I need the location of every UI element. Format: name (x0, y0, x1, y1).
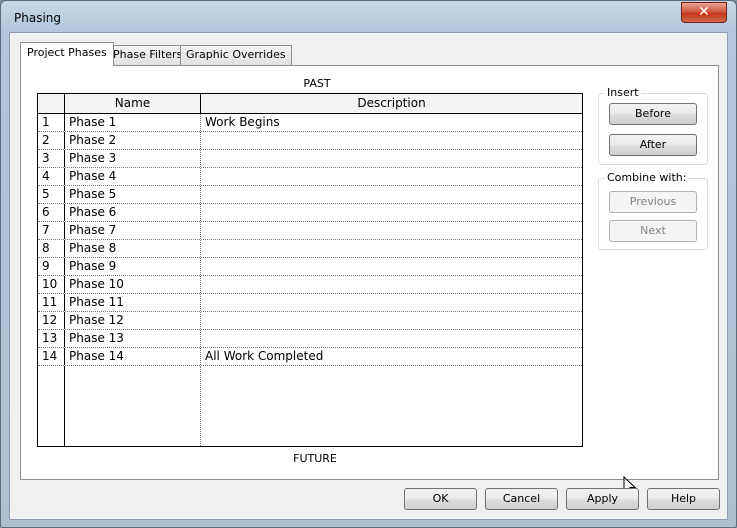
table-row[interactable]: 8 Phase 8 (38, 240, 582, 258)
row-number-cell[interactable]: 13 (38, 330, 65, 347)
phase-description-cell[interactable]: Work Begins (201, 114, 582, 131)
project-phases-panel: PAST Name Description 1 Phase 1 Work Begin… (20, 65, 719, 496)
dialog-client-area: Project Phases Phase Filters Graphic Ove… (9, 32, 728, 520)
row-header-empty-area (38, 366, 65, 446)
tab-graphic-overrides[interactable]: Graphic Overrides (180, 45, 292, 65)
phase-name-cell[interactable]: Phase 4 (65, 168, 201, 185)
tab-project-phases[interactable]: Project Phases (20, 42, 114, 66)
phase-description-cell[interactable] (201, 150, 582, 167)
insert-group-title: Insert (605, 86, 641, 99)
phase-description-cell[interactable] (201, 330, 582, 347)
tab-phase-filters[interactable]: Phase Filters (107, 45, 189, 65)
table-row[interactable]: 7 Phase 7 (38, 222, 582, 240)
phase-name-cell[interactable]: Phase 6 (65, 204, 201, 221)
table-header: Name Description (38, 94, 582, 114)
row-number-cell[interactable]: 9 (38, 258, 65, 275)
phase-description-cell[interactable] (201, 312, 582, 329)
title-bar[interactable]: Phasing ✕ (1, 1, 736, 33)
phase-description-cell[interactable] (201, 294, 582, 311)
phase-name-cell[interactable]: Phase 7 (65, 222, 201, 239)
phase-description-cell[interactable] (201, 276, 582, 293)
table-row[interactable]: 12 Phase 12 (38, 312, 582, 330)
table-row[interactable]: 3 Phase 3 (38, 150, 582, 168)
row-number-cell[interactable]: 6 (38, 204, 65, 221)
insert-before-button[interactable]: Before (609, 103, 697, 125)
row-number-cell[interactable]: 4 (38, 168, 65, 185)
phase-name-cell[interactable]: Phase 5 (65, 186, 201, 203)
phase-description-cell[interactable] (201, 240, 582, 257)
table-row[interactable]: 11 Phase 11 (38, 294, 582, 312)
phasing-dialog: Phasing ✕ Project Phases Phase Filters G… (0, 0, 737, 528)
phase-name-cell[interactable]: Phase 14 (65, 348, 201, 365)
header-corner (38, 94, 65, 113)
table-row[interactable]: 6 Phase 6 (38, 204, 582, 222)
window-title: Phasing (14, 11, 62, 25)
table-row[interactable]: 1 Phase 1 Work Begins (38, 114, 582, 132)
insert-group: Insert Before After (598, 86, 708, 165)
phase-name-cell[interactable]: Phase 3 (65, 150, 201, 167)
combine-group-title: Combine with: (605, 171, 689, 184)
close-button[interactable]: ✕ (681, 2, 727, 23)
table-row[interactable]: 4 Phase 4 (38, 168, 582, 186)
row-number-cell[interactable]: 11 (38, 294, 65, 311)
combine-next-button[interactable]: Next (609, 220, 697, 242)
past-label: PAST (303, 77, 331, 90)
phase-description-cell[interactable] (201, 222, 582, 239)
phase-description-cell[interactable] (201, 132, 582, 149)
close-icon: ✕ (698, 4, 710, 20)
phase-name-cell[interactable]: Phase 1 (65, 114, 201, 131)
phase-name-cell[interactable]: Phase 13 (65, 330, 201, 347)
row-number-cell[interactable]: 7 (38, 222, 65, 239)
row-number-cell[interactable]: 2 (38, 132, 65, 149)
phase-description-cell[interactable] (201, 204, 582, 221)
phase-name-cell[interactable]: Phase 8 (65, 240, 201, 257)
phase-name-cell[interactable]: Phase 12 (65, 312, 201, 329)
combine-previous-button[interactable]: Previous (609, 191, 697, 213)
phase-description-cell[interactable]: All Work Completed (201, 348, 582, 365)
row-number-cell[interactable]: 5 (38, 186, 65, 203)
table-row[interactable]: 2 Phase 2 (38, 132, 582, 150)
table-row[interactable]: 13 Phase 13 (38, 330, 582, 348)
name-column-empty-area (65, 366, 201, 446)
phase-name-cell[interactable]: Phase 10 (65, 276, 201, 293)
column-header-name[interactable]: Name (65, 94, 201, 113)
combine-group: Combine with: Previous Next (598, 171, 708, 250)
row-number-cell[interactable]: 14 (38, 348, 65, 365)
help-button[interactable]: Help (647, 488, 720, 510)
row-number-cell[interactable]: 10 (38, 276, 65, 293)
row-number-cell[interactable]: 3 (38, 150, 65, 167)
phase-name-cell[interactable]: Phase 11 (65, 294, 201, 311)
future-label: FUTURE (293, 452, 337, 465)
row-number-cell[interactable]: 1 (38, 114, 65, 131)
table-row[interactable]: 10 Phase 10 (38, 276, 582, 294)
cancel-button[interactable]: Cancel (485, 488, 558, 510)
ok-button[interactable]: OK (404, 488, 477, 510)
phase-description-cell[interactable] (201, 168, 582, 185)
phase-name-cell[interactable]: Phase 9 (65, 258, 201, 275)
table-row[interactable]: 5 Phase 5 (38, 186, 582, 204)
phase-name-cell[interactable]: Phase 2 (65, 132, 201, 149)
table-row[interactable]: 9 Phase 9 (38, 258, 582, 276)
phase-description-cell[interactable] (201, 186, 582, 203)
column-header-description[interactable]: Description (201, 94, 582, 113)
apply-button[interactable]: Apply (566, 488, 639, 510)
row-number-cell[interactable]: 12 (38, 312, 65, 329)
table-row[interactable]: 14 Phase 14 All Work Completed (38, 348, 582, 366)
phase-description-cell[interactable] (201, 258, 582, 275)
insert-after-button[interactable]: After (609, 134, 697, 156)
phases-table: Name Description 1 Phase 1 Work Begins 2 Pha… (37, 93, 583, 447)
row-number-cell[interactable]: 8 (38, 240, 65, 257)
